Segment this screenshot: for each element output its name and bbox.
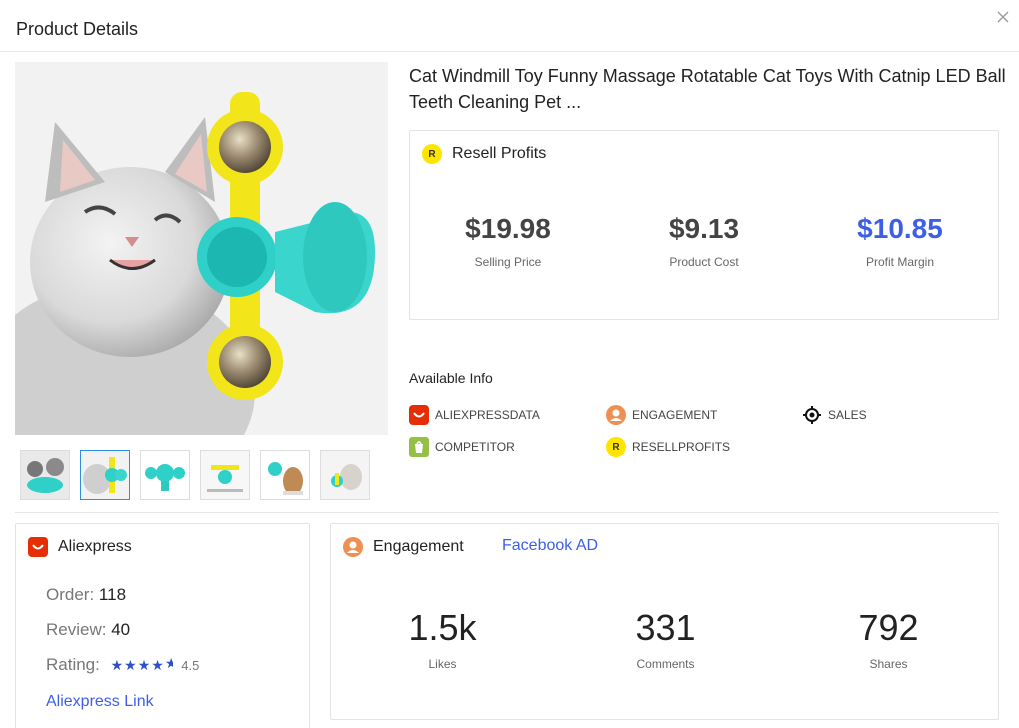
shares-stat: 792 Shares: [777, 607, 1000, 671]
thumbnail-1[interactable]: [20, 450, 70, 500]
aliexpress-icon: [409, 405, 429, 425]
selling-price-label: Selling Price: [474, 255, 542, 269]
close-icon[interactable]: [995, 9, 1011, 25]
rating-stars: ★★★★★: [110, 655, 173, 673]
rating-row: Rating: ★★★★★ 4.5: [46, 655, 199, 675]
thumbnail-4[interactable]: [200, 450, 250, 500]
comments-value: 331: [635, 607, 696, 648]
likes-stat: 1.5k Likes: [331, 607, 554, 671]
aliexpress-title: Aliexpress: [58, 538, 132, 555]
thumbnail-6[interactable]: [320, 450, 370, 500]
likes-value: 1.5k: [408, 607, 477, 648]
aliexpress-icon: [28, 537, 48, 557]
sales-label: SALES: [828, 408, 867, 422]
review-row: Review: 40: [46, 620, 130, 640]
order-row: Order: 118: [46, 585, 126, 605]
profit-margin-stat: $10.85 Profit Margin: [802, 213, 998, 269]
thumbnail-5[interactable]: [260, 450, 310, 500]
aliexpressdata-label: ALIEXPRESSDATA: [435, 408, 540, 422]
resell-r-icon: R: [606, 437, 626, 457]
modal-header: Product Details: [0, 0, 1019, 52]
aliexpress-header: Aliexpress: [28, 537, 132, 557]
engagement-card: Engagement Facebook AD 1.5k Likes 331 Co…: [330, 523, 999, 720]
selling-price-stat: $19.98 Selling Price: [410, 213, 606, 269]
selling-price-value: $19.98: [465, 213, 551, 244]
rating-label: Rating:: [46, 655, 100, 674]
order-label: Order:: [46, 585, 95, 604]
available-info-resellprofits: R RESELLPROFITS: [606, 437, 730, 457]
facebook-ad-tab[interactable]: Facebook AD: [502, 537, 598, 555]
aliexpress-link[interactable]: Aliexpress Link: [46, 693, 154, 711]
order-value: 118: [98, 585, 127, 604]
comments-label: Comments: [636, 657, 695, 671]
profit-margin-label: Profit Margin: [865, 255, 935, 269]
thumbnail-strip: [20, 450, 370, 500]
review-label: Review:: [46, 620, 107, 639]
available-info-aliexpressdata: ALIEXPRESSDATA: [409, 405, 540, 425]
product-cost-label: Product Cost: [669, 255, 739, 269]
shares-value: 792: [858, 607, 919, 648]
product-cost-value: $9.13: [668, 213, 740, 244]
resell-profits-title: Resell Profits: [452, 145, 547, 162]
engagement-title: Engagement: [373, 538, 464, 555]
likes-label: Likes: [428, 657, 457, 671]
person-icon: [343, 537, 363, 557]
shopify-icon: [409, 437, 429, 457]
product-main-image: [15, 62, 388, 435]
resell-profits-header: R Resell Profits: [422, 144, 546, 164]
available-info-sales: SALES: [802, 405, 867, 425]
product-cost-stat: $9.13 Product Cost: [606, 213, 802, 269]
resellprofits-label: RESELLPROFITS: [632, 440, 731, 454]
thumbnail-3[interactable]: [140, 450, 190, 500]
thumbnail-2[interactable]: [80, 450, 130, 500]
engagement-header: Engagement: [343, 537, 464, 557]
aliexpress-card: Aliexpress Order: 118 Review: 40 Rating:…: [15, 523, 310, 728]
profit-margin-value: $10.85: [857, 213, 943, 244]
available-info-competitor: COMPETITOR: [409, 437, 515, 457]
section-divider: [15, 512, 999, 513]
product-title: Cat Windmill Toy Funny Massage Rotatable…: [409, 66, 1006, 112]
competitor-label: COMPETITOR: [435, 440, 515, 454]
engagement-label: ENGAGEMENT: [632, 408, 718, 422]
available-info-engagement: ENGAGEMENT: [606, 405, 717, 425]
rating-value: 4.5: [181, 658, 200, 673]
comments-stat: 331 Comments: [554, 607, 777, 671]
resell-profits-card: R Resell Profits $19.98 Selling Price $9…: [409, 130, 999, 320]
target-icon: [802, 405, 822, 425]
review-value: 40: [111, 620, 131, 639]
resell-r-icon: R: [422, 144, 442, 164]
available-info-title: Available Info: [409, 370, 493, 386]
shares-label: Shares: [869, 657, 908, 671]
modal-title: Product Details: [16, 19, 139, 39]
person-icon: [606, 405, 626, 425]
